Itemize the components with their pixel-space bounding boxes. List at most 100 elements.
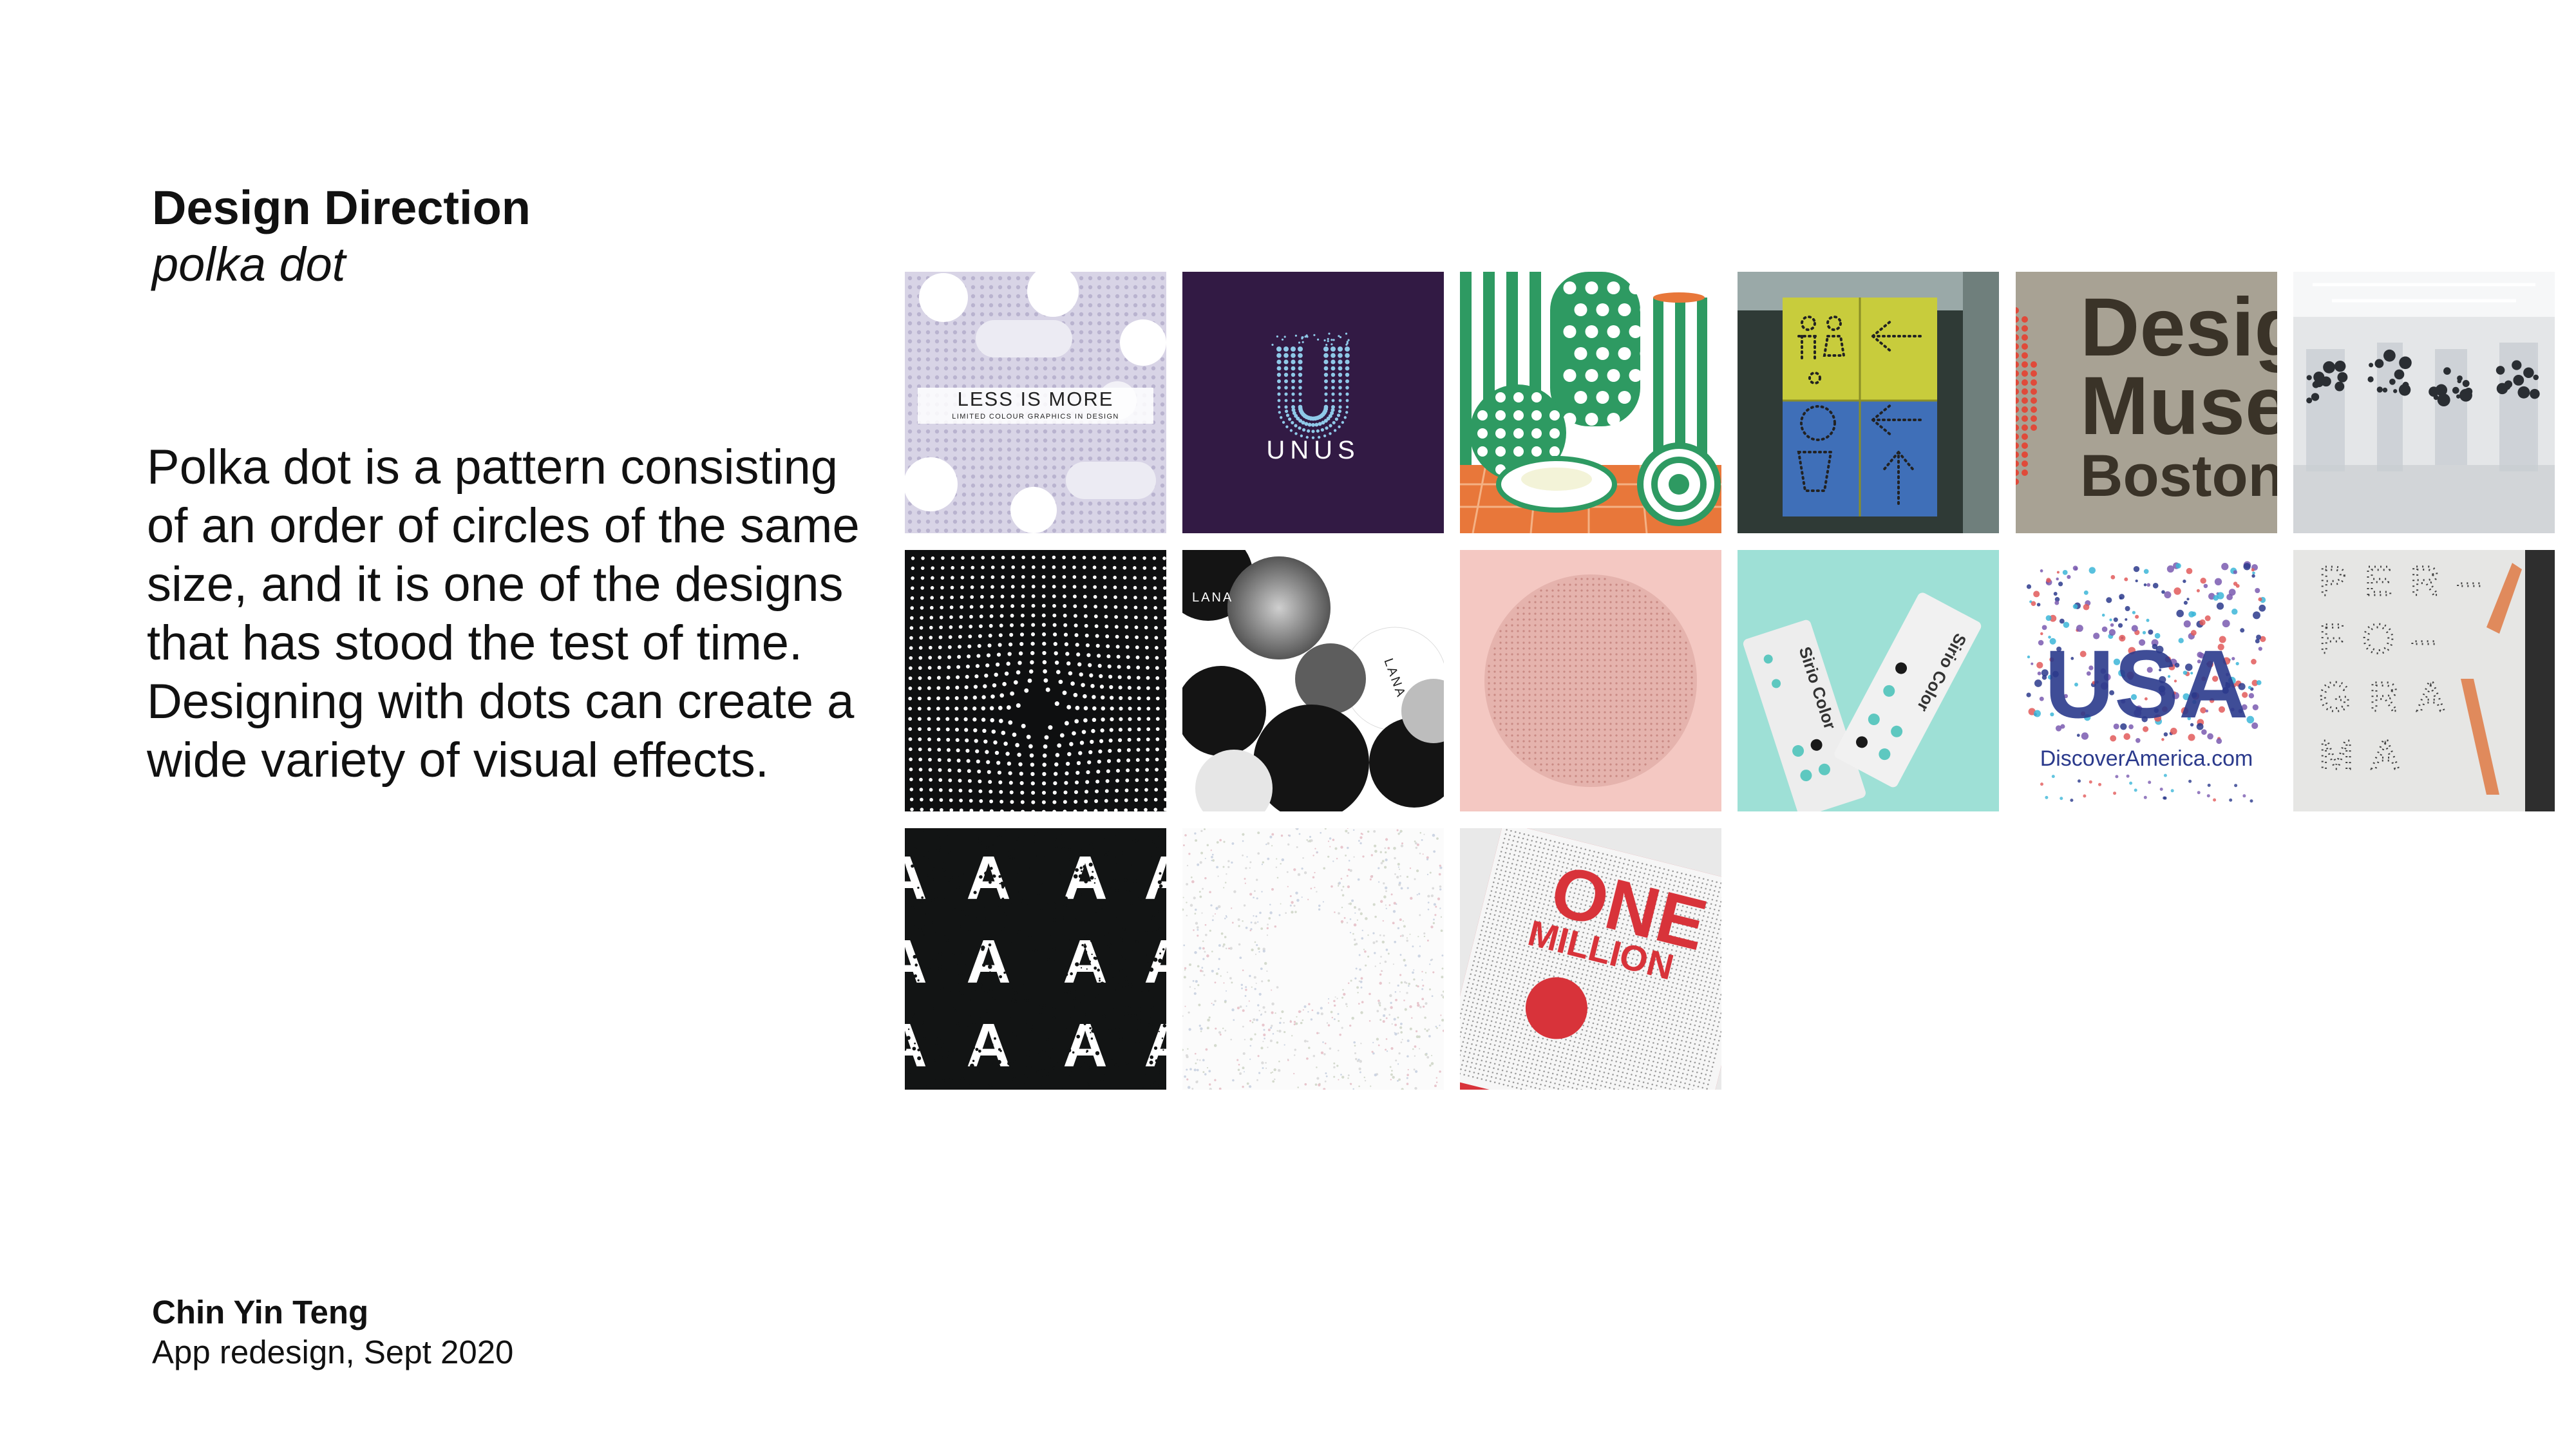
- pattern-dot: [1358, 1003, 1360, 1005]
- pattern-dot: [1025, 465, 1030, 470]
- pattern-dot: [994, 973, 998, 976]
- pattern-dot: [1074, 1005, 1077, 1009]
- pattern-dot: [2376, 386, 2383, 393]
- pattern-dot: [947, 931, 949, 934]
- pattern-dot: [1580, 595, 1583, 598]
- pattern-dot: [1092, 846, 1095, 849]
- pattern-dot: [1338, 386, 1342, 390]
- pattern-dot: [1298, 372, 1303, 377]
- pattern-dot: [1327, 340, 1329, 343]
- pattern-dot: [958, 634, 962, 639]
- pattern-dot: [1403, 999, 1405, 1001]
- pattern-dot: [1644, 734, 1647, 737]
- pattern-dot: [971, 276, 976, 281]
- pattern-dot: [978, 981, 982, 985]
- pattern-dot: [1124, 878, 1128, 882]
- pattern-dot: [1061, 847, 1066, 852]
- pattern-dot: [1644, 659, 1647, 661]
- pattern-dot: [992, 874, 996, 877]
- pattern-dot: [1097, 375, 1102, 380]
- tile-signage: [1738, 272, 1999, 533]
- pattern-dot: [1068, 1075, 1071, 1078]
- pattern-dot: [1097, 357, 1102, 362]
- pattern-dot: [1376, 1037, 1379, 1041]
- pattern-dot: [998, 312, 1003, 317]
- pattern-dot: [978, 624, 983, 629]
- pattern-dot: [1088, 447, 1093, 452]
- pattern-dot: [1034, 438, 1039, 443]
- pattern-dot: [2226, 594, 2233, 601]
- pattern-dot: [947, 768, 952, 773]
- pattern-dot: [1338, 410, 1341, 413]
- pattern-dot: [1427, 895, 1430, 898]
- pattern-dot: [1505, 647, 1508, 650]
- pattern-dot: [1082, 565, 1086, 569]
- pattern-dot: [1013, 990, 1018, 995]
- pattern-dot: [967, 654, 971, 659]
- pattern-dot: [1103, 922, 1107, 926]
- pattern-dot: [961, 456, 967, 461]
- pattern-dot: [1042, 781, 1046, 786]
- pattern-dot: [2083, 794, 2087, 798]
- pattern-dot: [2033, 591, 2040, 598]
- pattern-dot: [963, 873, 967, 876]
- pattern-dot: [931, 556, 935, 560]
- pattern-dot: [916, 276, 922, 281]
- pattern-dot: [1001, 575, 1005, 579]
- pattern-dot: [938, 645, 942, 650]
- pattern-dot: [2337, 372, 2348, 383]
- pattern-dot: [1105, 898, 1110, 903]
- pattern-dot: [1557, 665, 1560, 667]
- pattern-dot: [1345, 399, 1349, 402]
- pattern-dot: [971, 474, 976, 479]
- pattern-dot: [1346, 922, 1349, 923]
- pattern-dot: [1609, 607, 1612, 609]
- pattern-dot: [983, 998, 986, 1000]
- pattern-dot: [1155, 848, 1160, 851]
- pattern-dot: [1499, 717, 1502, 719]
- pattern-dot: [2216, 738, 2222, 744]
- pattern-dot: [1128, 706, 1132, 711]
- pattern-dot: [1644, 682, 1647, 685]
- pattern-dot: [2022, 334, 2028, 341]
- pattern-dot: [1012, 1066, 1015, 1070]
- pattern-dot: [1511, 647, 1513, 650]
- pattern-dot: [1557, 618, 1560, 621]
- pattern-dot: [1656, 746, 1658, 748]
- pattern-dot: [1557, 717, 1560, 719]
- pattern-dot: [1528, 659, 1531, 661]
- pattern-dot: [1256, 1079, 1258, 1081]
- pattern-dot: [1385, 904, 1387, 906]
- pattern-dot: [1331, 379, 1335, 383]
- pattern-dot: [967, 779, 972, 783]
- pattern-dot: [1027, 1030, 1028, 1032]
- pattern-dot: [1399, 831, 1401, 834]
- pattern-dot: [1249, 974, 1251, 978]
- pattern-dot: [1009, 623, 1014, 627]
- pattern-dot: [1031, 835, 1034, 837]
- pattern-dot: [1070, 528, 1075, 533]
- pattern-dot: [1439, 866, 1443, 869]
- pattern-dot: [1586, 595, 1589, 598]
- pattern-dot: [1517, 624, 1519, 627]
- pattern-dot: [1551, 705, 1554, 708]
- pattern-dot: [1338, 392, 1342, 396]
- pattern-dot: [1540, 694, 1542, 696]
- pattern-dot: [1054, 701, 1059, 706]
- pattern-dot: [1158, 927, 1162, 931]
- pattern-dot: [1115, 914, 1117, 918]
- pattern-dot: [928, 857, 931, 860]
- pattern-dot: [1186, 1078, 1189, 1081]
- pattern-dot: [1540, 728, 1542, 731]
- pattern-dot: [1011, 998, 1016, 1003]
- pattern-dot: [1063, 974, 1067, 978]
- pattern-dot: [1650, 723, 1653, 725]
- tile-perfograma: PER– FO– GRA MA: [2293, 550, 2555, 811]
- pattern-dot: [1037, 893, 1041, 896]
- pattern-dot: [1540, 618, 1542, 621]
- pattern-dot: [1633, 589, 1635, 592]
- pattern-dot: [1598, 583, 1600, 586]
- pattern-dot: [1072, 555, 1076, 560]
- pattern-dot: [943, 429, 949, 434]
- pattern-dot: [1629, 369, 1642, 382]
